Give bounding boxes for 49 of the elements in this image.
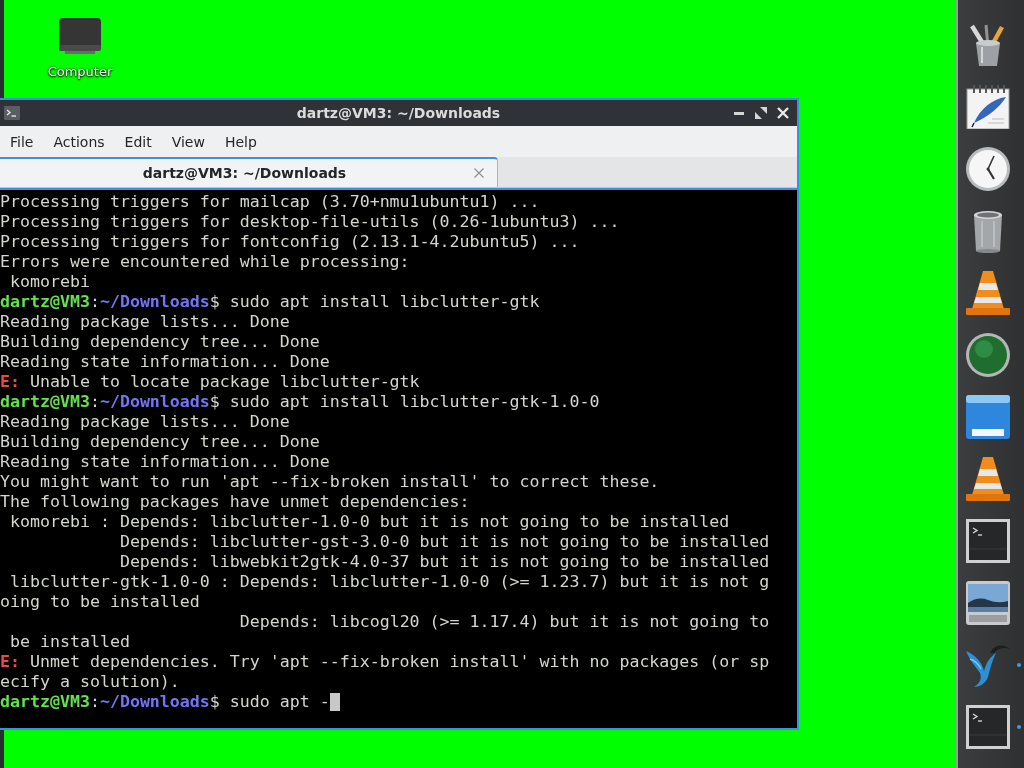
terminal-line: E: Unmet dependencies. Try 'apt --fix-broken install' with no packages (or sp [0, 652, 770, 671]
close-icon [474, 168, 484, 178]
terminal-line: You might want to run 'apt --fix-broken install' to correct these. [0, 472, 660, 491]
terminal-line: libclutter-gtk-1.0-0 : Depends: libclutter-1.0-0 (>= 1.23.7) but it is not g [10, 572, 770, 591]
traffic-cone-icon[interactable] [966, 457, 1010, 501]
terminal-line: dartz@VM3:~/Downloads$ sudo apt install libclutter-gtk [0, 292, 540, 311]
terminal-line: Reading state information... Done [0, 452, 330, 471]
terminal-line: Reading package lists... Done [0, 312, 290, 331]
terminal-line: dartz@VM3:~/Downloads$ sudo apt install libclutter-gtk-1.0-0 [0, 392, 600, 411]
terminal-icon[interactable] [966, 705, 1010, 749]
menu-item[interactable]: Edit [114, 128, 162, 155]
terminal-line: dartz@VM3:~/Downloads$ sudo apt - [0, 692, 330, 711]
terminal-line: ecify a solution). [0, 672, 180, 691]
landscape-photo-icon[interactable] [966, 581, 1010, 625]
terminal-icon[interactable] [966, 519, 1010, 563]
terminal-line: Building dependency tree... Done [0, 332, 320, 351]
terminal-line: Building dependency tree... Done [0, 432, 320, 451]
tab[interactable]: dartz@VM3: ~/Downloads [0, 157, 498, 187]
orb-icon[interactable] [966, 333, 1010, 377]
terminal-line: Depends: libcogl20 (>= 1.17.4) but it is not going to [239, 612, 770, 631]
monitor-icon[interactable] [59, 18, 101, 54]
menu-item[interactable]: File [0, 128, 44, 155]
terminal-line: E: Unable to locate package libclutter-gtk [0, 372, 420, 391]
terminal-line: Depends: libwebkit2gtk-4.0-37 but it is not going to be installed [119, 552, 770, 571]
menu-item[interactable]: Actions [43, 128, 115, 155]
menu-item[interactable]: View [161, 128, 215, 155]
menu-item[interactable]: Help [214, 128, 267, 155]
terminal-line: Processing triggers for mailcap (3.70+nmu1ubuntu1) ... [0, 192, 540, 211]
terminal-line: komorebi : Depends: libclutter-1.0-0 but it is not going to be installed [10, 512, 730, 531]
panel-icon[interactable] [966, 395, 1010, 439]
terminal-line: oing to be installed [0, 592, 200, 611]
notepad-icon[interactable] [966, 85, 1010, 129]
terminal-line: Reading package lists... Done [0, 412, 290, 431]
maximize-icon [755, 107, 767, 119]
traffic-cone-icon[interactable] [966, 271, 1010, 315]
terminal-line: komorebi [10, 272, 90, 291]
terminal-line: Errors were encountered while processing: [0, 252, 410, 271]
bird-icon[interactable] [966, 643, 1010, 687]
terminal-line: Processing triggers for desktop-file-utils (0.26-1ubuntu3) ... [0, 212, 620, 231]
terminal-line: Processing triggers for fontconfig (2.13.1-4.2ubuntu5) ... [0, 232, 580, 251]
window-title: dartz@VM3: ~/Downloads [296, 105, 501, 121]
minimize-icon [734, 111, 744, 115]
close-icon [777, 107, 789, 119]
terminal-line: Reading state information... Done [0, 352, 330, 371]
terminal-line: be installed [10, 632, 130, 651]
terminal-line: Depends: libclutter-gst-3.0-0 but it is not going to be installed [119, 532, 770, 551]
clock-icon[interactable] [966, 147, 1010, 191]
terminal-line: The following packages have unmet dependencies: [0, 492, 470, 511]
terminal-icon [4, 106, 20, 120]
